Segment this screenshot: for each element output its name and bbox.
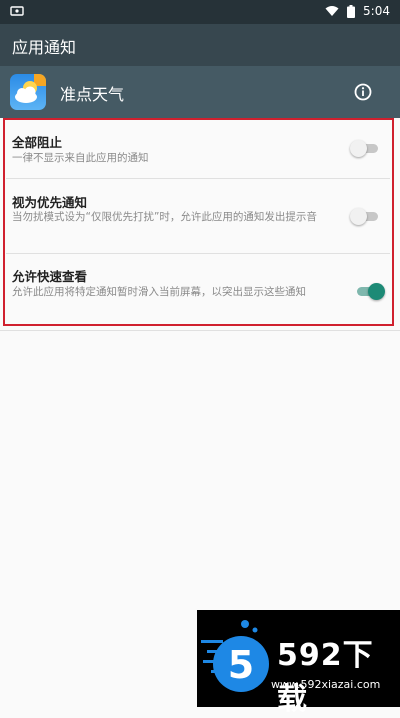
weather-app-icon: [10, 74, 46, 110]
svg-text:5: 5: [228, 643, 254, 687]
app-bar: 应用通知: [0, 24, 400, 66]
app-notification-icon: [10, 6, 24, 16]
watermark-brand: 592下载: [277, 638, 374, 717]
watermark-logo-icon: 5: [201, 620, 269, 692]
wifi-icon: [325, 6, 339, 16]
highlight-box: [3, 118, 394, 326]
site-watermark: 5 592下载 www.592xiazai.com: [197, 610, 400, 717]
page-title: 应用通知: [12, 38, 77, 57]
clock-time: 5:04: [363, 4, 390, 18]
app-header-row: 准点天气: [0, 66, 400, 118]
watermark-url: www.592xiazai.com: [271, 678, 381, 691]
status-bar: 5:04: [0, 0, 400, 24]
battery-icon: [347, 4, 356, 18]
list-end-divider: [0, 330, 400, 331]
app-name: 准点天气: [60, 85, 125, 104]
info-icon[interactable]: [353, 82, 373, 102]
